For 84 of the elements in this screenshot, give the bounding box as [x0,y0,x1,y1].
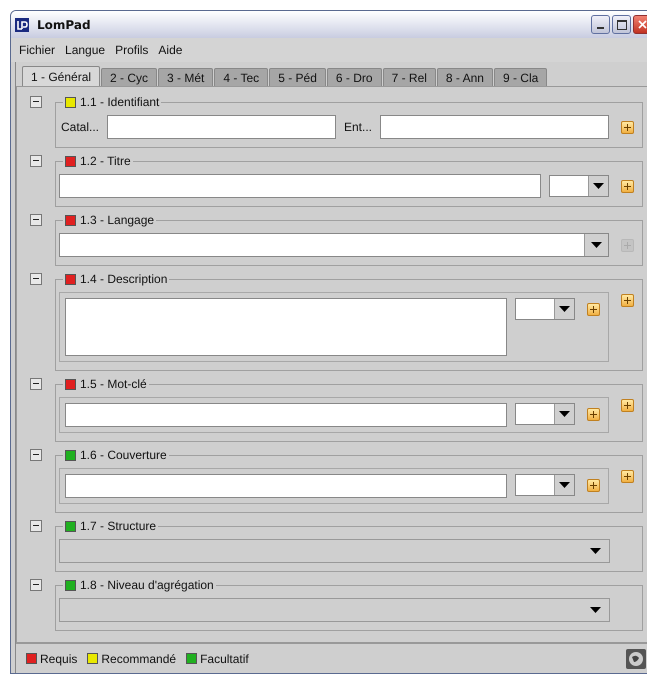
plus-icon [590,482,597,489]
section-title: 1.7 - Structure [80,518,156,535]
field-label: Catal... [61,119,100,136]
collapse-button[interactable] [30,579,42,591]
section-title: 1.4 - Description [80,271,168,288]
language-dropdown[interactable] [515,474,575,496]
dropdown-arrow-icon [593,183,604,189]
minus-icon [33,101,39,103]
window-title: LomPad [37,16,92,34]
text-area[interactable] [65,298,507,356]
minus-icon [33,278,39,280]
close-button[interactable] [633,15,647,34]
plus-icon [624,124,631,130]
tab[interactable]: 3 - Mét [158,68,214,86]
plus-icon [624,297,631,304]
text-field[interactable] [65,474,507,498]
plus-icon [624,473,631,480]
text-field[interactable] [380,115,609,139]
collapse-button[interactable] [30,449,42,461]
text-field[interactable] [107,115,336,139]
minus-icon [33,383,39,385]
app-logo-icon [15,18,29,32]
dropdown-arrow-icon [591,242,602,248]
dropdown-arrow-icon [559,482,570,488]
minimize-icon [597,27,604,29]
tab[interactable]: 7 - Rel [382,68,436,86]
add-button[interactable] [621,180,634,192]
dropdown-arrow-icon [559,306,570,312]
dropdown-arrow-icon [590,607,601,613]
add-button[interactable] [621,399,634,412]
maximize-button[interactable] [612,15,631,34]
plus-icon [590,411,597,418]
minus-icon [33,160,39,162]
minus-icon [33,219,39,221]
add-button[interactable] [587,479,600,492]
maximize-icon [616,20,626,30]
minus-icon [33,454,39,456]
language-dropdown[interactable] [515,298,575,320]
minus-icon [33,584,39,586]
collapse-button[interactable] [30,214,42,226]
tab[interactable]: 9 - Cla [494,68,548,86]
legend-label: Facultatif [200,650,249,668]
text-field[interactable] [65,403,507,427]
menu-item[interactable]: Aide [158,41,182,59]
add-button[interactable] [621,470,634,483]
menu-item[interactable]: Langue [65,41,106,59]
plus-icon [590,306,597,313]
section-title: 1.8 - Niveau d'agrégation [80,577,214,594]
language-dropdown[interactable] [549,175,609,197]
collapse-button[interactable] [30,520,42,532]
tab[interactable]: 1 - Général [22,66,100,86]
section-title: 1.3 - Langage [80,212,154,229]
language-dropdown[interactable] [515,403,575,425]
legend-label: Requis [40,650,78,668]
collapse-button[interactable] [30,155,42,167]
tab[interactable]: 4 - Tec [214,68,268,86]
add-button[interactable] [621,120,634,134]
add-button[interactable] [587,408,600,421]
minus-icon [33,525,39,527]
dropdown-arrow-icon [559,411,570,417]
section-title: 1.6 - Couverture [80,447,167,464]
minimize-button[interactable] [591,15,610,34]
menu-item[interactable]: Profils [115,41,148,59]
field-label: Ent... [344,119,372,136]
section-title: 1.5 - Mot-clé [80,376,147,393]
add-button[interactable] [621,294,634,307]
add-button[interactable] [587,303,600,316]
section-title: 1.2 - Titre [80,153,131,170]
section-title: 1.1 - Identifiant [80,94,160,111]
text-field[interactable] [59,174,541,198]
plus-icon [624,182,631,190]
tab[interactable]: 6 - Dro [326,68,382,86]
plus-icon [624,402,631,409]
collapse-button[interactable] [30,378,42,390]
legend-label: Recommandé [101,650,176,668]
menu-item[interactable]: Fichier [19,41,56,59]
collapse-button[interactable] [30,273,42,285]
tab[interactable]: 5 - Péd [269,68,326,86]
tab[interactable]: 8 - Ann [436,68,493,86]
collapse-button[interactable] [30,96,42,108]
tab[interactable]: 2 - Cyc [101,68,158,86]
dropdown-arrow-icon [590,548,601,554]
close-icon [638,20,647,29]
plus-icon [624,242,631,248]
